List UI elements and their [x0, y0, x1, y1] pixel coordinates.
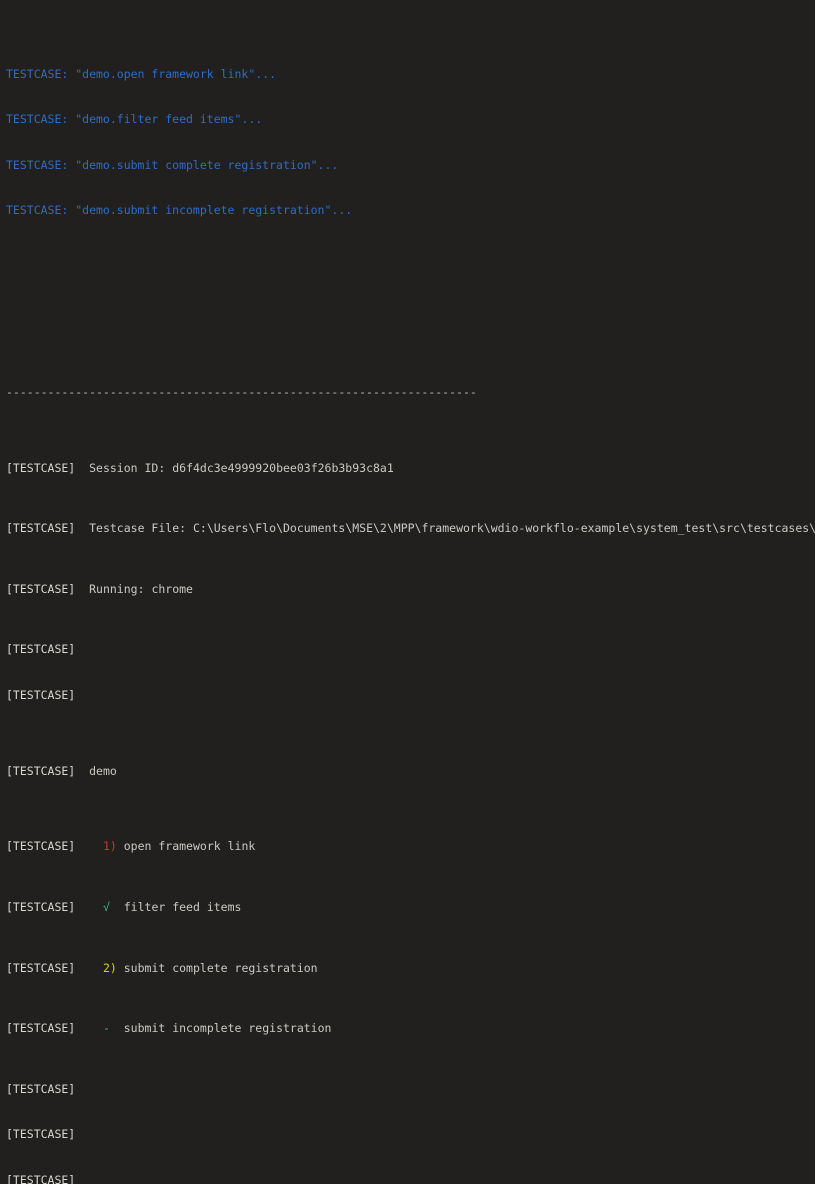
result-text: filter feed items: [123, 900, 242, 914]
suite-name: demo: [89, 763, 117, 778]
terminal-output: TESTCASE: "demo.open framework link"... …: [0, 0, 815, 1184]
testcase-label: [TESTCASE]: [6, 581, 76, 596]
empty-testcase-line: [TESTCASE]: [6, 1173, 815, 1184]
suite-result-row: [TESTCASE] - submit incomplete registrat…: [6, 1021, 815, 1036]
testcase-label: [TESTCASE]: [6, 521, 76, 536]
running-label: Running:: [89, 581, 145, 596]
testcase-label: [TESTCASE]: [6, 642, 76, 657]
running-line: [TESTCASE] Running: chrome: [6, 582, 815, 597]
result-marker-check-icon: √: [102, 900, 110, 914]
running-value: chrome: [151, 581, 193, 596]
empty-testcase-line: [TESTCASE]: [6, 642, 815, 657]
session-id-value: d6f4dc3e4999920bee03f26b3b93c8a1: [172, 460, 394, 475]
empty-testcase-line: [TESTCASE]: [6, 1127, 815, 1142]
testcase-file-value: C:\Users\Flo\Documents\MSE\2\MPP\framewo…: [192, 521, 815, 536]
session-id-label: Session ID:: [89, 460, 166, 475]
testcase-announce-line: TESTCASE: "demo.filter feed items"...: [6, 112, 263, 127]
empty-testcase-line: [TESTCASE]: [6, 1082, 815, 1097]
testcase-label: [TESTCASE]: [6, 687, 76, 702]
testcase-label: [TESTCASE]: [6, 1172, 76, 1184]
testcase-label: [TESTCASE]: [6, 460, 76, 475]
testcase-label: [TESTCASE]: [6, 1081, 76, 1096]
suite-name-line: [TESTCASE] demo: [6, 764, 815, 779]
empty-testcase-line: [TESTCASE]: [6, 688, 815, 703]
testcase-announce-line: TESTCASE: "demo.submit incomplete regist…: [6, 202, 353, 217]
testcase-label: [TESTCASE]: [6, 1127, 76, 1142]
testcase-announce-line: TESTCASE: "demo.open framework link"...: [6, 66, 277, 81]
testcase-label: [TESTCASE]: [6, 763, 76, 778]
suite-result-row: [TESTCASE] 1) open framework link: [6, 839, 815, 854]
separator-top: ----------------------------------------…: [6, 384, 477, 399]
testcase-announce-line: TESTCASE: "demo.submit complete registra…: [6, 157, 339, 172]
result-marker: 2): [102, 960, 117, 975]
result-text: submit complete registration: [123, 960, 318, 975]
testcase-label: [TESTCASE]: [6, 1021, 76, 1036]
result-marker: -: [102, 1021, 110, 1036]
testcase-label: [TESTCASE]: [6, 960, 76, 975]
session-id-line: [TESTCASE] Session ID: d6f4dc3e4999920be…: [6, 461, 815, 476]
testcase-file-label: Testcase File:: [89, 521, 187, 536]
result-text: open framework link: [123, 839, 256, 854]
result-marker: 1): [102, 839, 117, 854]
result-text: submit incomplete registration: [123, 1021, 332, 1036]
testcase-file-line: [TESTCASE] Testcase File: C:\Users\Flo\D…: [6, 521, 815, 536]
suite-result-row: [TESTCASE] √ filter feed items: [6, 900, 815, 915]
testcase-label: [TESTCASE]: [6, 900, 76, 914]
testcase-label: [TESTCASE]: [6, 839, 76, 854]
suite-result-row: [TESTCASE] 2) submit complete registrati…: [6, 961, 815, 976]
